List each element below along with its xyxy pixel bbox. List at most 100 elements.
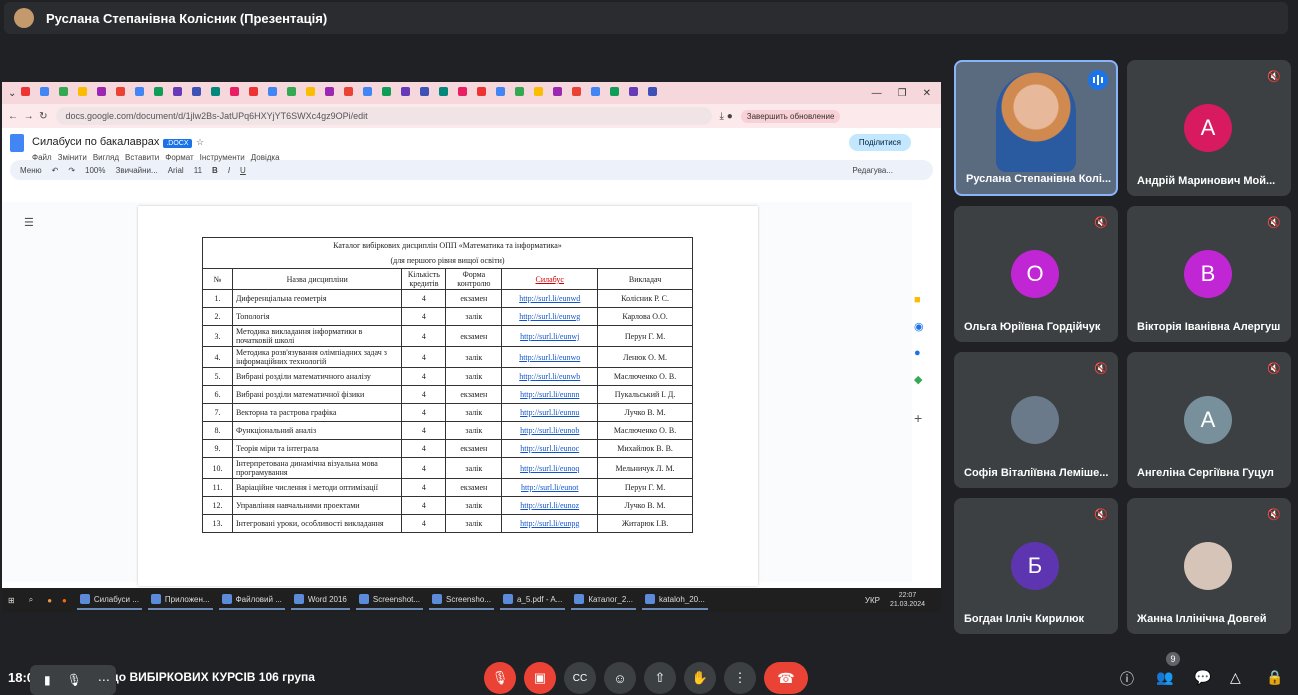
reload-icon[interactable]: ↻ — [39, 111, 47, 122]
syllabus-link[interactable]: http://surl.li/eunwb — [501, 367, 599, 386]
syllabus-link[interactable]: http://surl.li/eunwd — [501, 289, 599, 308]
menu-item[interactable]: Довідка — [251, 153, 280, 162]
menu-search[interactable]: Меню — [20, 166, 42, 175]
participant-tile[interactable]: 🔇 О Ольга Юріївна Гордійчук — [954, 206, 1118, 342]
browser-tab-icon[interactable] — [515, 87, 525, 96]
maps-icon[interactable]: ◆ — [914, 373, 936, 386]
browser-tab-icon[interactable] — [496, 87, 506, 96]
participant-tile[interactable]: 🔇 Б Богдан Ілліч Кирилюк — [954, 498, 1118, 634]
browser-tab-icon[interactable] — [154, 87, 164, 96]
captions-button[interactable]: CC — [564, 662, 596, 694]
browser-tab-icon[interactable] — [78, 87, 88, 96]
taskbar-item[interactable]: Word 2016 — [290, 590, 350, 610]
browser-tab-icon[interactable] — [21, 87, 31, 96]
participant-tile[interactable]: 🔇 Софія Віталіївна Леміше... — [954, 352, 1118, 488]
browser-tab-icon[interactable] — [344, 87, 354, 96]
participant-tile[interactable]: Руслана Степанівна Колі... — [954, 60, 1118, 196]
browser-tab-icon[interactable] — [97, 87, 107, 96]
tab-list-icon[interactable]: ⌄ — [8, 88, 16, 99]
browser-tab-icon[interactable] — [401, 87, 411, 96]
browser-tab-icon[interactable] — [135, 87, 145, 96]
browser-tab-icon[interactable] — [420, 87, 430, 96]
chat-icon[interactable]: 💬 — [1194, 669, 1211, 686]
search-icon[interactable]: ⌕ — [29, 595, 33, 605]
chrome-icon[interactable]: ● — [47, 596, 52, 605]
menu-item[interactable]: Інструменти — [200, 153, 245, 162]
browser-tab-icon[interactable] — [477, 87, 487, 96]
browser-tab-icon[interactable] — [173, 87, 183, 96]
browser-tab-icon[interactable] — [325, 87, 335, 96]
browser-tab-icon[interactable] — [363, 87, 373, 96]
browser-tab-icon[interactable] — [287, 87, 297, 96]
host-controls-icon[interactable]: 🔒 — [1266, 669, 1283, 686]
syllabus-link[interactable]: http://surl.li/eunot — [501, 478, 599, 497]
start-icon[interactable]: ⊞ — [8, 596, 15, 605]
add-icon[interactable]: + — [914, 410, 936, 426]
participant-tile[interactable]: 🔇 В Вікторія Іванівна Алергуш — [1127, 206, 1291, 342]
outline-icon[interactable]: ☰ — [24, 216, 34, 229]
browser-tab-icon[interactable] — [572, 87, 582, 96]
document-page[interactable]: Каталог вибіркових дисциплін ОПП «Матема… — [138, 206, 758, 586]
bold-icon[interactable]: B — [212, 166, 218, 175]
docs-logo-icon[interactable] — [10, 134, 24, 152]
browser-tab-icon[interactable] — [211, 87, 221, 96]
mic-icon[interactable]: 🎙 — [67, 673, 82, 687]
browser-tab-icon[interactable] — [534, 87, 544, 96]
browser-tab-icon[interactable] — [382, 87, 392, 96]
info-icon[interactable]: ⓘ — [1120, 669, 1134, 689]
forward-icon[interactable]: → — [24, 111, 34, 122]
syllabus-link[interactable]: http://surl.li/eunnn — [501, 385, 599, 404]
mic-off-button[interactable]: 🎙 — [484, 662, 516, 694]
minimize-icon[interactable]: — — [872, 88, 882, 99]
style-select[interactable]: Звичайни... — [116, 166, 158, 175]
back-icon[interactable]: ← — [8, 111, 18, 122]
profile-icon[interactable]: ● — [727, 111, 733, 122]
syllabus-link[interactable]: http://surl.li/eunob — [501, 421, 599, 440]
browser-tab-icon[interactable] — [591, 87, 601, 96]
browser-tab-icon[interactable] — [610, 87, 620, 96]
menu-item[interactable]: Формат — [165, 153, 193, 162]
undo-icon[interactable]: ↶ — [52, 166, 59, 175]
camera-off-button[interactable]: ▣ — [524, 662, 556, 694]
zoom-select[interactable]: 100% — [85, 166, 105, 175]
syllabus-link[interactable]: http://surl.li/eunwo — [501, 346, 599, 368]
browser-tab-icon[interactable] — [116, 87, 126, 96]
participant-tile[interactable]: 🔇 А Андрій Маринович Мой... — [1127, 60, 1291, 196]
menu-item[interactable]: Змінити — [58, 153, 87, 162]
mode-select[interactable]: Редагува... — [852, 166, 893, 175]
browser-tab-strip[interactable]: ⌄ — ❐ ✕ — [2, 82, 941, 104]
underline-icon[interactable]: U — [240, 166, 246, 175]
browser-tab-icon[interactable] — [553, 87, 563, 96]
browser-tab-icon[interactable] — [40, 87, 50, 96]
doc-title[interactable]: Силабуси по бакалаврах — [32, 136, 159, 148]
redo-icon[interactable]: ↷ — [68, 166, 75, 175]
syllabus-link[interactable]: http://surl.li/eunwg — [501, 307, 599, 326]
browser-tab-icon[interactable] — [306, 87, 316, 96]
taskbar-item[interactable]: Screensho... — [429, 590, 494, 610]
self-view-mini[interactable]: ▮ 🎙 ⋯ — [30, 665, 116, 695]
menu-item[interactable]: Файл — [32, 153, 52, 162]
syllabus-link[interactable]: http://surl.li/eunoq — [501, 457, 599, 479]
activities-icon[interactable]: △ — [1230, 669, 1241, 686]
participant-tile[interactable]: 🔇 Жанна Іллінічна Довгей — [1127, 498, 1291, 634]
contacts-icon[interactable]: ● — [914, 347, 936, 359]
taskbar-item[interactable]: Приложен... — [147, 590, 213, 610]
browser-tab-icon[interactable] — [59, 87, 69, 96]
browser-tab-icon[interactable] — [648, 87, 658, 96]
taskbar-item[interactable]: a_5.pdf - A... — [499, 590, 566, 610]
language-indicator[interactable]: УКР — [865, 596, 880, 605]
menu-item[interactable]: Вигляд — [93, 153, 119, 162]
syllabus-link[interactable]: http://surl.li/eunnu — [501, 403, 599, 422]
star-icon[interactable]: ☆ — [196, 137, 204, 147]
keep-icon[interactable]: ■ — [914, 294, 936, 306]
browser-tab-icon[interactable] — [458, 87, 468, 96]
browser-tab-icon[interactable] — [439, 87, 449, 96]
taskbar-item[interactable]: Файловий ... — [218, 590, 285, 610]
firefox-icon[interactable]: ● — [62, 596, 67, 605]
taskbar-item[interactable]: Каталог_2... — [571, 590, 636, 610]
present-button[interactable]: ⇧ — [644, 662, 676, 694]
taskbar-item[interactable]: Силабуси ... — [76, 590, 142, 610]
syllabus-link[interactable]: http://surl.li/eunwj — [501, 325, 599, 347]
italic-icon[interactable]: I — [228, 166, 230, 175]
syllabus-link[interactable]: http://surl.li/eunpg — [501, 514, 599, 533]
